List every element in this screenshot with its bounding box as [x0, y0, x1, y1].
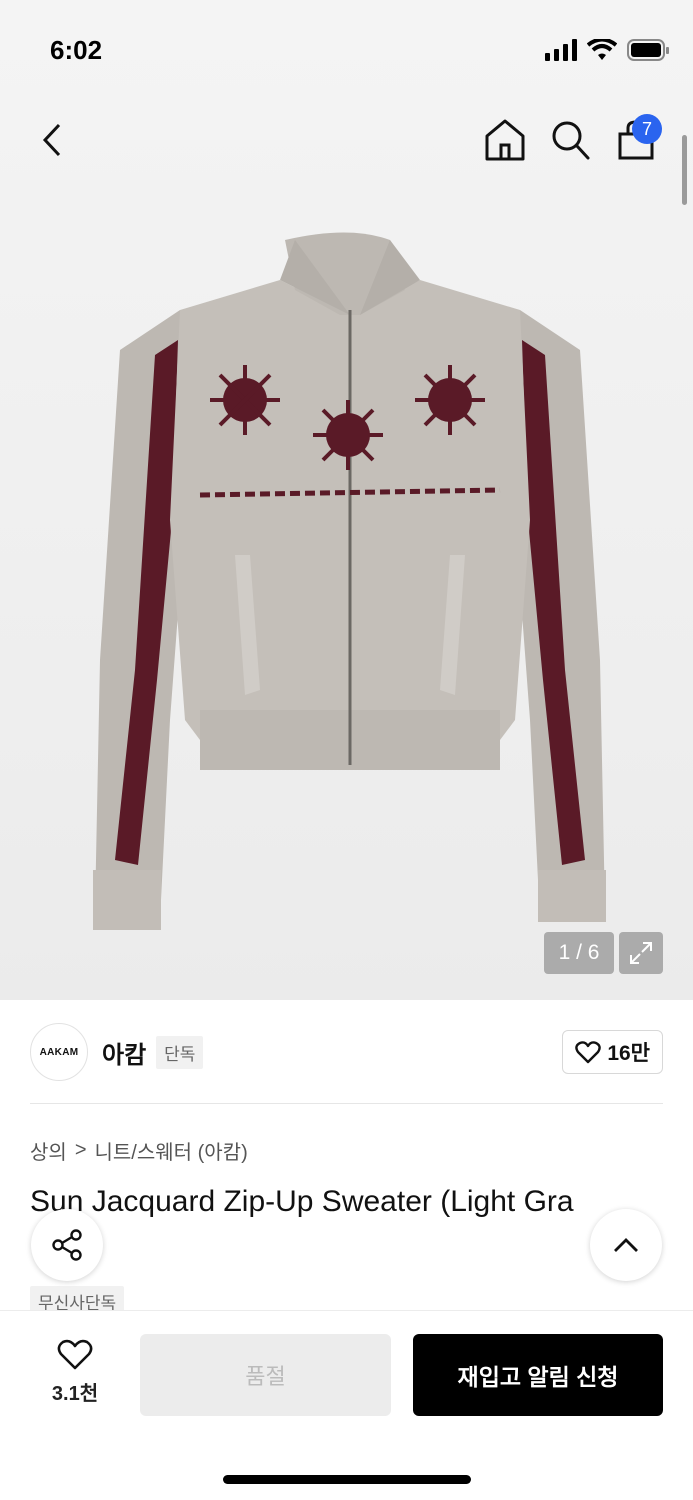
battery-icon — [627, 39, 669, 61]
breadcrumb-category[interactable]: 상의 — [30, 1136, 67, 1165]
divider — [30, 1103, 663, 1104]
share-button[interactable] — [31, 1209, 103, 1281]
expand-button[interactable] — [619, 932, 663, 974]
brand-like-button[interactable]: 16만 — [562, 1030, 663, 1074]
brand-exclusive-tag: 단독 — [156, 1035, 204, 1069]
chevron-up-icon — [614, 1238, 638, 1252]
restock-alert-button[interactable]: 재입고 알림 신청 — [413, 1334, 663, 1416]
wifi-icon — [587, 39, 617, 60]
brand-like-count: 16만 — [607, 1042, 650, 1065]
status-time: 6:02 — [50, 34, 103, 65]
heart-icon — [575, 1041, 602, 1064]
home-icon — [485, 119, 525, 161]
heart-icon — [57, 1339, 93, 1370]
bottom-action-bar: 3.1천 품절 재입고 알림 신청 — [0, 1310, 693, 1500]
breadcrumb-separator: > — [74, 1139, 87, 1161]
scrollbar[interactable] — [682, 135, 687, 205]
brand-row: AAKAM 아캄 단독 16만 — [30, 1020, 663, 1084]
product-title: Sun Jacquard Zip-Up Sweater (Light Gra — [30, 1185, 574, 1218]
image-counter: 1 / 6 — [544, 932, 614, 974]
status-bar: 6:02 — [0, 0, 693, 100]
signal-icon — [545, 39, 577, 61]
scroll-to-top-button[interactable] — [590, 1209, 662, 1281]
cart-button[interactable]: 7 — [616, 114, 662, 162]
breadcrumb: 상의 > 니트/스웨터 (아캄) — [30, 1136, 248, 1165]
back-arrow-icon — [42, 123, 61, 157]
brand-name[interactable]: 아캄 — [102, 1035, 146, 1070]
wishlist-button[interactable]: 3.1천 — [40, 1339, 110, 1406]
home-button[interactable] — [484, 118, 526, 162]
home-indicator — [223, 1475, 471, 1484]
back-button[interactable] — [32, 120, 72, 160]
breadcrumb-subcategory[interactable]: 니트/스웨터 (아캄) — [95, 1136, 248, 1165]
status-icons — [545, 39, 669, 61]
expand-icon — [630, 942, 652, 964]
search-icon — [552, 121, 590, 160]
cart-count-badge: 7 — [632, 114, 662, 144]
search-button[interactable] — [550, 118, 592, 162]
share-icon — [52, 1229, 82, 1261]
top-navigation: 7 — [0, 100, 693, 180]
wishlist-count: 3.1천 — [51, 1383, 99, 1405]
brand-logo[interactable]: AAKAM — [30, 1023, 88, 1081]
soldout-button[interactable]: 품절 — [140, 1334, 391, 1416]
product-image — [93, 232, 606, 930]
